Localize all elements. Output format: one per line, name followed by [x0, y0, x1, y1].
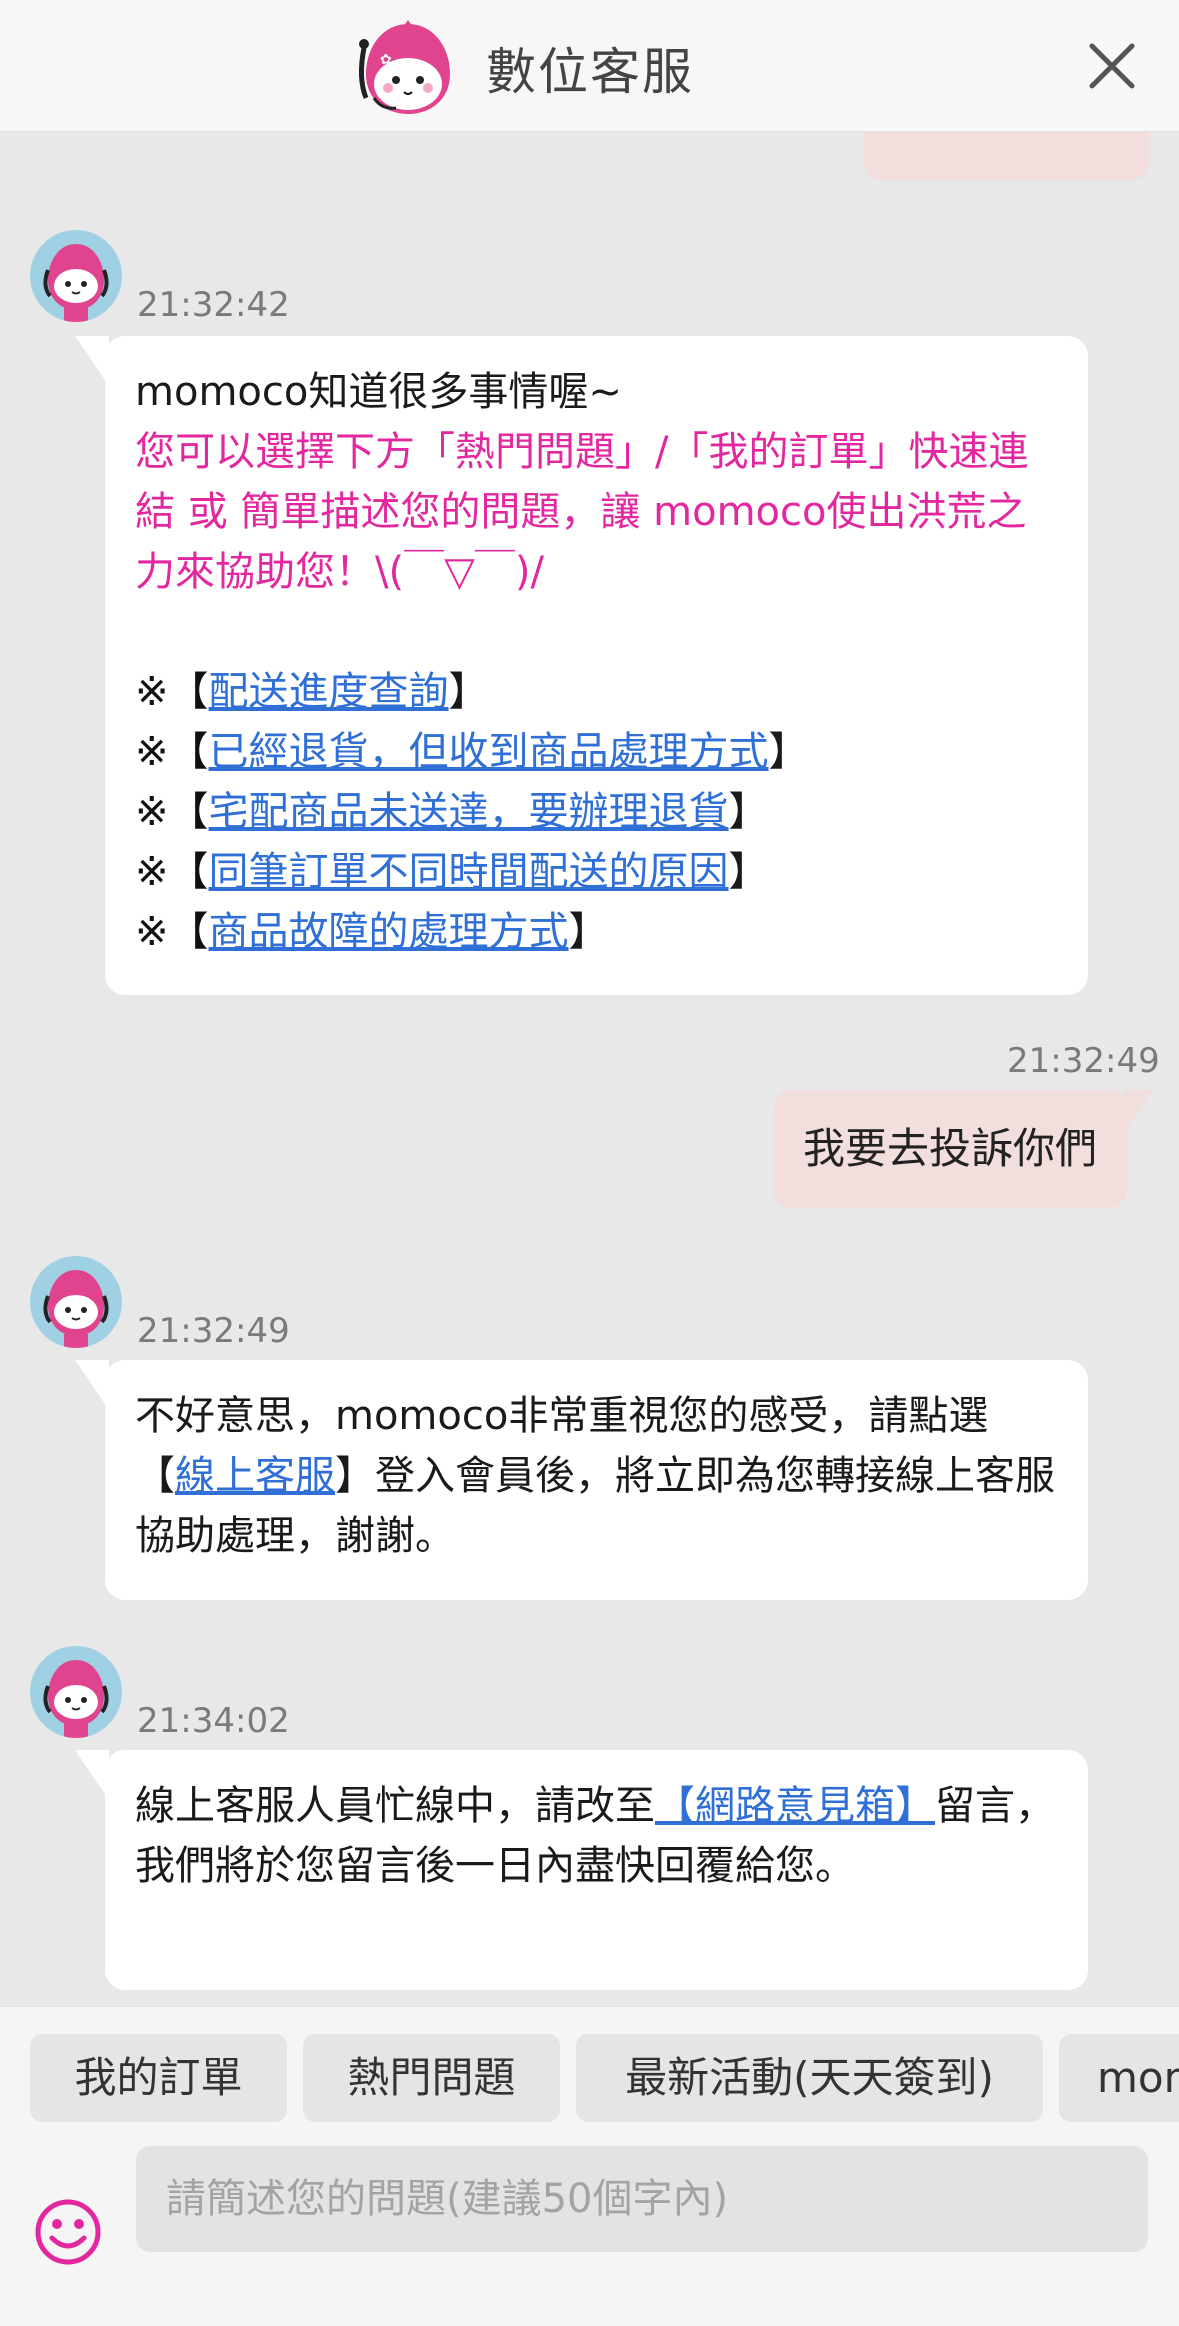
faq-link-undelivered-return[interactable]: 宅配商品未送達，要辦理退貨	[209, 789, 729, 835]
bot-message-bubble: momoco知道很多事情喔~ 您可以選擇下方「熱門問題」/「我的訂單」快速連結 …	[75, 336, 1088, 995]
emoji-icon[interactable]	[34, 2198, 102, 2266]
user-message-text: 我要去投訴你們	[803, 1124, 1098, 1173]
bot-pink-text: 您可以選擇下方「熱門問題」/「我的訂單」快速連結 或 簡單描述您的問題，讓 mo…	[135, 429, 1029, 595]
bot-message-bubble: 線上客服人員忙線中，請改至【網路意見箱】留言，我們將於您留言後一日內盡快回覆給您…	[75, 1750, 1088, 1990]
faq-link-row: ※【同筆訂單不同時間配送的原因】	[135, 849, 769, 895]
message-input[interactable]	[136, 2146, 1148, 2252]
message-timestamp: 21:32:49	[1007, 1041, 1160, 1081]
momoco-avatar-icon	[43, 1660, 109, 1738]
faq-link-product-fault[interactable]: 商品故障的處理方式	[209, 909, 569, 955]
momoco-avatar-icon	[43, 1270, 109, 1348]
faq-link-returned-received[interactable]: 已經退貨，但收到商品處理方式	[209, 729, 769, 775]
momoco-mascot-logo: ✿	[358, 20, 450, 114]
faq-link-row: ※【商品故障的處理方式】	[135, 909, 609, 955]
bot-avatar	[30, 1256, 122, 1348]
faq-link-row: ※【配送進度查詢】	[135, 669, 489, 715]
bot-message-bubble: 不好意思，momoco非常重視您的感受，請點選【線上客服】登入會員後，將立即為您…	[75, 1360, 1088, 1600]
bot-intro-text: momoco知道很多事情喔~	[135, 369, 622, 415]
quick-reply-my-orders[interactable]: 我的訂單	[30, 2034, 287, 2122]
quick-reply-hot-questions[interactable]: 熱門問題	[303, 2034, 560, 2122]
input-bar	[0, 2146, 1179, 2326]
quick-reply-bar[interactable]: 我的訂單 熱門問題 最新活動(天天簽到) mom	[0, 2006, 1179, 2146]
header-bar: ✿ 數位客服	[0, 0, 1179, 132]
user-message-bubble: 我要去投訴你們	[773, 1090, 1154, 1208]
quick-reply-momo[interactable]: mom	[1059, 2034, 1179, 2122]
user-message-bubble: 轉客服人員	[864, 132, 1149, 180]
feedback-box-link[interactable]: 【網路意見箱】	[655, 1783, 935, 1829]
bot-message-text: 線上客服人員忙線中，請改至	[135, 1783, 655, 1829]
quick-reply-latest-events[interactable]: 最新活動(天天簽到)	[576, 2034, 1043, 2122]
bubble-tail	[75, 1360, 109, 1410]
faq-link-row: ※【宅配商品未送達，要辦理退貨】	[135, 789, 769, 835]
close-icon[interactable]	[1084, 38, 1140, 94]
page-title: 數位客服	[486, 43, 694, 101]
faq-link-delivery-progress[interactable]: 配送進度查詢	[209, 669, 449, 715]
faq-link-row: ※【已經退貨，但收到商品處理方式】	[135, 729, 809, 775]
message-timestamp: 21:32:42	[137, 285, 290, 325]
user-message-text: 轉客服人員	[894, 132, 1119, 144]
momoco-avatar-icon	[43, 244, 109, 322]
bubble-tail	[75, 1750, 109, 1800]
chat-messages[interactable]: 轉客服人員 21:32:42 momoco知道很多事情喔~ 您可以選擇下方「熱門…	[0, 132, 1179, 2006]
bot-avatar	[30, 1646, 122, 1738]
message-timestamp: 21:34:02	[137, 1701, 290, 1741]
svg-text:✿: ✿	[380, 52, 392, 68]
message-timestamp: 21:32:49	[137, 1311, 290, 1351]
online-service-link[interactable]: 線上客服	[175, 1453, 335, 1499]
bubble-tail	[75, 336, 109, 386]
bubble-tail	[1123, 1090, 1154, 1134]
bot-avatar	[30, 230, 122, 322]
faq-link-split-delivery[interactable]: 同筆訂單不同時間配送的原因	[209, 849, 729, 895]
